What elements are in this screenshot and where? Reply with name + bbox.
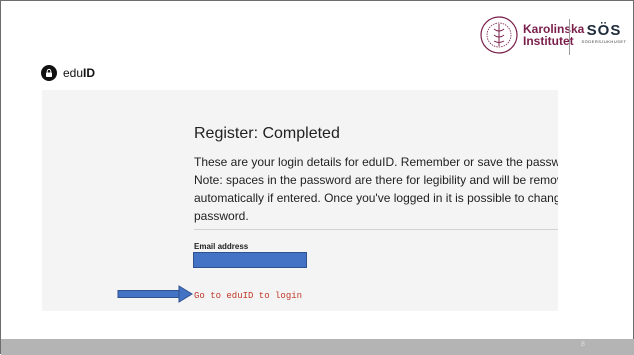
go-to-eduid-login-link[interactable]: Go to eduID to login	[194, 291, 302, 301]
lock-icon	[41, 65, 57, 81]
slide: Karolinska Institutet SÖS SÖDERSJUKHUSET…	[0, 0, 634, 355]
logo-divider	[569, 19, 570, 55]
footer-bar	[1, 339, 634, 355]
description-line: Note: spaces in the password are there f…	[194, 173, 558, 187]
section-divider	[194, 229, 558, 230]
description-line: automatically if entered. Once you've lo…	[194, 191, 558, 205]
eduid-wordmark: eduID	[63, 66, 96, 80]
email-redaction-box	[193, 252, 307, 268]
sos-logo-mark: SÖS	[586, 22, 622, 39]
description-line: password.	[194, 209, 249, 223]
arrow-right-icon	[117, 285, 193, 303]
sos-logo: SÖS SÖDERSJUKHUSET	[576, 23, 632, 45]
karolinska-seal-icon	[480, 16, 518, 54]
login-details-description: These are your login details for eduID. …	[194, 153, 558, 225]
eduid-logo: eduID	[41, 65, 95, 81]
email-address-label: Email address	[194, 242, 249, 251]
page-number: 8	[581, 341, 585, 348]
page-title: Register: Completed	[194, 125, 340, 142]
description-line: These are your login details for eduID. …	[194, 155, 558, 169]
sos-logo-subtitle: SÖDERSJUKHUSET	[581, 39, 627, 44]
